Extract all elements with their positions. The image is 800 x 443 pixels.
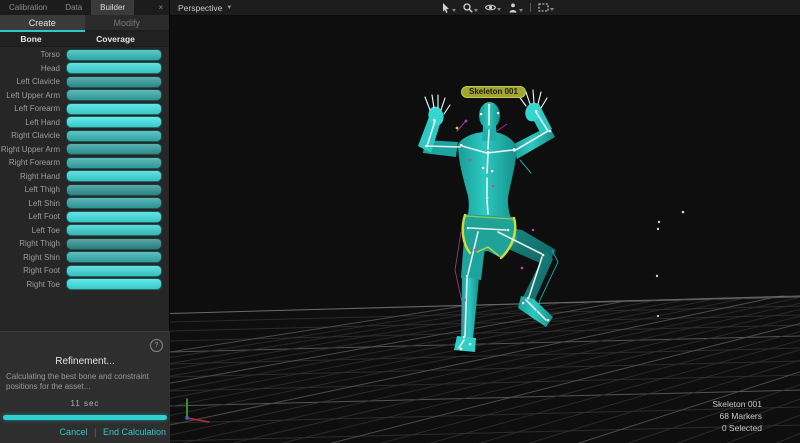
bone-name-label: Left Shin (0, 199, 66, 208)
selection-status: Skeleton 001 68 Markers 0 Selected (712, 398, 762, 434)
status-selected-count: 0 Selected (712, 422, 762, 434)
bone-name-label: Torso (0, 50, 66, 59)
bone-column-header: Bone (0, 34, 62, 44)
bone-name-label: Right Shin (0, 253, 66, 262)
toolbar-divider (530, 3, 531, 12)
bone-coverage-bar (66, 116, 162, 128)
bone-name-label: Right Hand (0, 172, 66, 181)
bone-table-header: Bone Coverage (0, 32, 169, 47)
bone-name-label: Left Clavicle (0, 77, 66, 86)
bone-row: Right Forearm (0, 156, 169, 170)
refinement-panel: ? Refinement... Calculating the best bon… (0, 331, 170, 443)
3d-viewport[interactable]: Perspective ▼ (170, 0, 800, 443)
refinement-progress-bar (3, 415, 167, 420)
bone-coverage-bar (66, 157, 162, 169)
bone-name-label: Right Clavicle (0, 131, 66, 140)
bone-row: Torso (0, 48, 169, 62)
bone-coverage-bar (66, 211, 162, 223)
refinement-title: Refinement... (0, 356, 170, 367)
bone-name-label: Left Toe (0, 226, 66, 235)
tab-create[interactable]: Create (0, 15, 85, 32)
status-skeleton-name: Skeleton 001 (712, 398, 762, 410)
close-icon[interactable]: × (152, 0, 169, 15)
bone-row: Right Thigh (0, 237, 169, 251)
bone-name-label: Left Hand (0, 118, 66, 127)
bone-name-label: Right Thigh (0, 239, 66, 248)
bone-row: Left Hand (0, 116, 169, 130)
bone-coverage-bar (66, 143, 162, 155)
builder-sidebar: Calibration Data Builder × Create Modify… (0, 0, 170, 443)
bone-name-label: Left Thigh (0, 185, 66, 194)
view-selector[interactable]: Perspective ▼ (170, 3, 232, 13)
bone-name-label: Head (0, 64, 66, 73)
bone-coverage-bar (66, 62, 162, 74)
elapsed-time: 11 sec (0, 399, 170, 408)
bone-row: Left Toe (0, 224, 169, 238)
bone-name-label: Right Upper Arm (0, 145, 66, 154)
bone-row: Left Clavicle (0, 75, 169, 89)
tab-data[interactable]: Data (56, 0, 91, 15)
bone-row: Right Shin (0, 251, 169, 265)
bone-row: Left Forearm (0, 102, 169, 116)
bone-row: Left Upper Arm (0, 89, 169, 103)
bone-row: Left Shin (0, 197, 169, 211)
bone-name-label: Right Forearm (0, 158, 66, 167)
end-calculation-button[interactable]: End Calculation (103, 427, 166, 437)
builder-mode-tabs: Create Modify (0, 15, 169, 32)
help-icon[interactable]: ? (150, 339, 163, 352)
pan-tool-icon[interactable] (508, 3, 523, 13)
bone-row: Left Thigh (0, 183, 169, 197)
refinement-actions: Cancel | End Calculation (0, 427, 170, 437)
bone-coverage-bar (66, 251, 162, 263)
viewport-canvas[interactable] (170, 0, 800, 443)
bone-coverage-bar (66, 89, 162, 101)
bone-coverage-bar (66, 197, 162, 209)
bone-coverage-bar (66, 265, 162, 277)
bone-coverage-bar (66, 278, 162, 290)
zoom-tool-icon[interactable] (463, 3, 478, 13)
bone-coverage-bar (66, 184, 162, 196)
bone-coverage-bar (66, 238, 162, 250)
status-marker-count: 68 Markers (712, 410, 762, 422)
view-selector-label: Perspective (178, 3, 222, 13)
bone-row: Left Foot (0, 210, 169, 224)
bone-coverage-bar (66, 103, 162, 115)
bone-row: Head (0, 62, 169, 76)
coverage-column-header: Coverage (62, 34, 169, 44)
bone-name-label: Left Foot (0, 212, 66, 221)
select-tool-icon[interactable] (442, 3, 456, 13)
orbit-tool-icon[interactable] (485, 3, 501, 12)
refinement-description: Calculating the best bone and constraint… (6, 372, 164, 393)
chevron-down-icon: ▼ (226, 5, 232, 11)
bone-name-label: Left Forearm (0, 104, 66, 113)
bone-row: Right Foot (0, 264, 169, 278)
bone-row: Right Toe (0, 278, 169, 292)
marquee-select-tool-icon[interactable] (538, 3, 554, 12)
bone-row: Right Clavicle (0, 129, 169, 143)
button-divider: | (94, 427, 96, 437)
tab-calibration[interactable]: Calibration (0, 0, 56, 15)
bone-row: Right Hand (0, 170, 169, 184)
bone-coverage-bar (66, 49, 162, 61)
cancel-button[interactable]: Cancel (60, 427, 88, 437)
bone-name-label: Right Foot (0, 266, 66, 275)
motive-builder-window: Calibration Data Builder × Create Modify… (0, 0, 800, 443)
bone-name-label: Left Upper Arm (0, 91, 66, 100)
viewport-toolbar (442, 0, 554, 15)
bone-coverage-list: Torso Head Left Clavicle Left Upper Arm … (0, 47, 169, 291)
tab-modify[interactable]: Modify (85, 15, 170, 32)
bone-coverage-bar (66, 130, 162, 142)
bone-name-label: Right Toe (0, 280, 66, 289)
bone-coverage-bar (66, 76, 162, 88)
tab-builder[interactable]: Builder (91, 0, 134, 15)
skeleton-name-label[interactable]: Skeleton 001 (461, 86, 526, 98)
bone-row: Right Upper Arm (0, 143, 169, 157)
pane-tabbar: Calibration Data Builder × (0, 0, 169, 15)
bone-coverage-bar (66, 224, 162, 236)
bone-coverage-bar (66, 170, 162, 182)
